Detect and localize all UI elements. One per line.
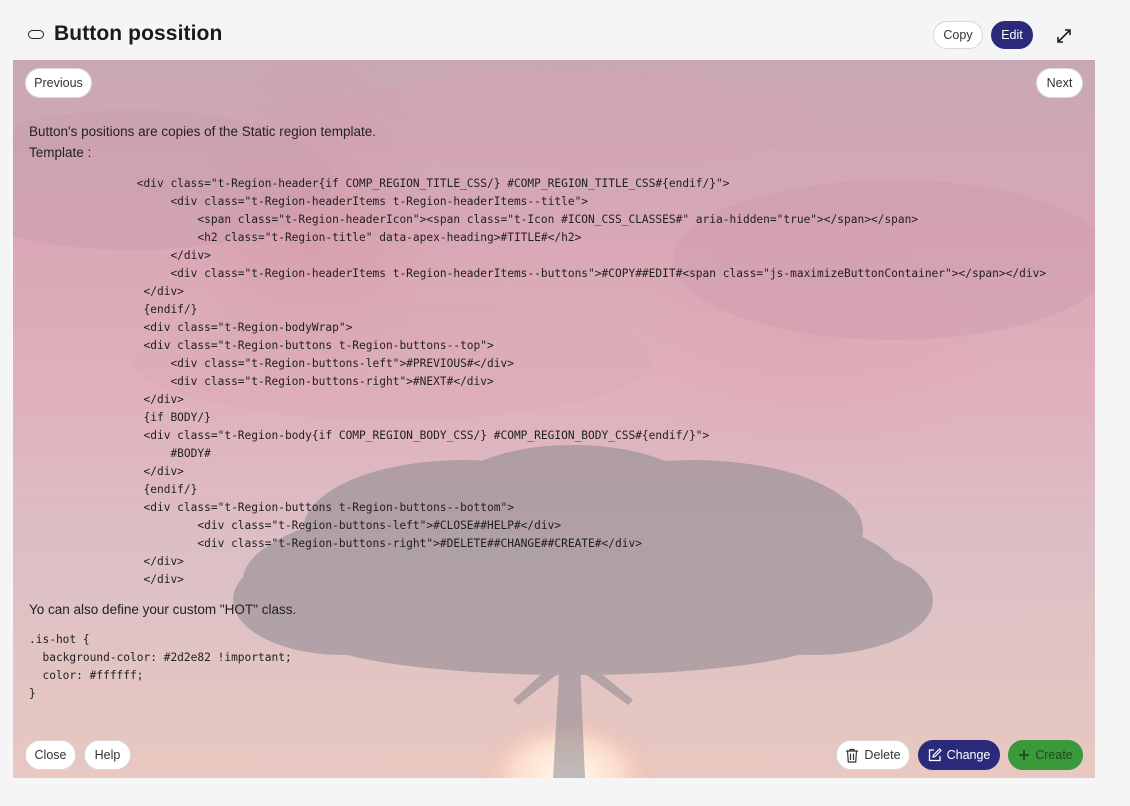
region-body: Previous Next Button's positions are cop…: [13, 60, 1095, 778]
title-group: Button possition: [28, 22, 222, 46]
hot-class-text: Yo can also define your custom "HOT" cla…: [29, 602, 297, 617]
change-label: Change: [946, 748, 991, 762]
help-button[interactable]: Help: [84, 740, 131, 770]
delete-label: Delete: [864, 748, 901, 762]
page-title: Button possition: [54, 22, 223, 45]
create-label: Create: [1035, 748, 1073, 762]
close-button[interactable]: Close: [25, 740, 76, 770]
previous-button[interactable]: Previous: [25, 68, 92, 98]
region-pill-icon: [28, 29, 44, 39]
template-code-block: <div class="t-Region-header{if COMP_REGI…: [136, 177, 1047, 586]
region-header: Button possition Copy Edit: [0, 0, 1095, 60]
edit-button[interactable]: Edit: [991, 21, 1033, 49]
copy-button[interactable]: Copy: [933, 21, 983, 49]
edit-pencil-icon: [928, 748, 942, 762]
expand-arrows-icon[interactable]: [1054, 26, 1074, 46]
change-button[interactable]: Change: [918, 740, 1000, 770]
trash-icon: [846, 748, 859, 763]
next-button[interactable]: Next: [1036, 68, 1083, 98]
plus-icon: [1019, 750, 1030, 760]
create-button[interactable]: Create: [1008, 740, 1083, 770]
template-label: Template :: [29, 145, 92, 160]
delete-button[interactable]: Delete: [836, 740, 910, 770]
intro-text: Button's positions are copies of the Sta…: [29, 124, 377, 139]
hot-class-code-block: .is-hot { background-color: #2d2e82 !imp…: [29, 633, 292, 700]
